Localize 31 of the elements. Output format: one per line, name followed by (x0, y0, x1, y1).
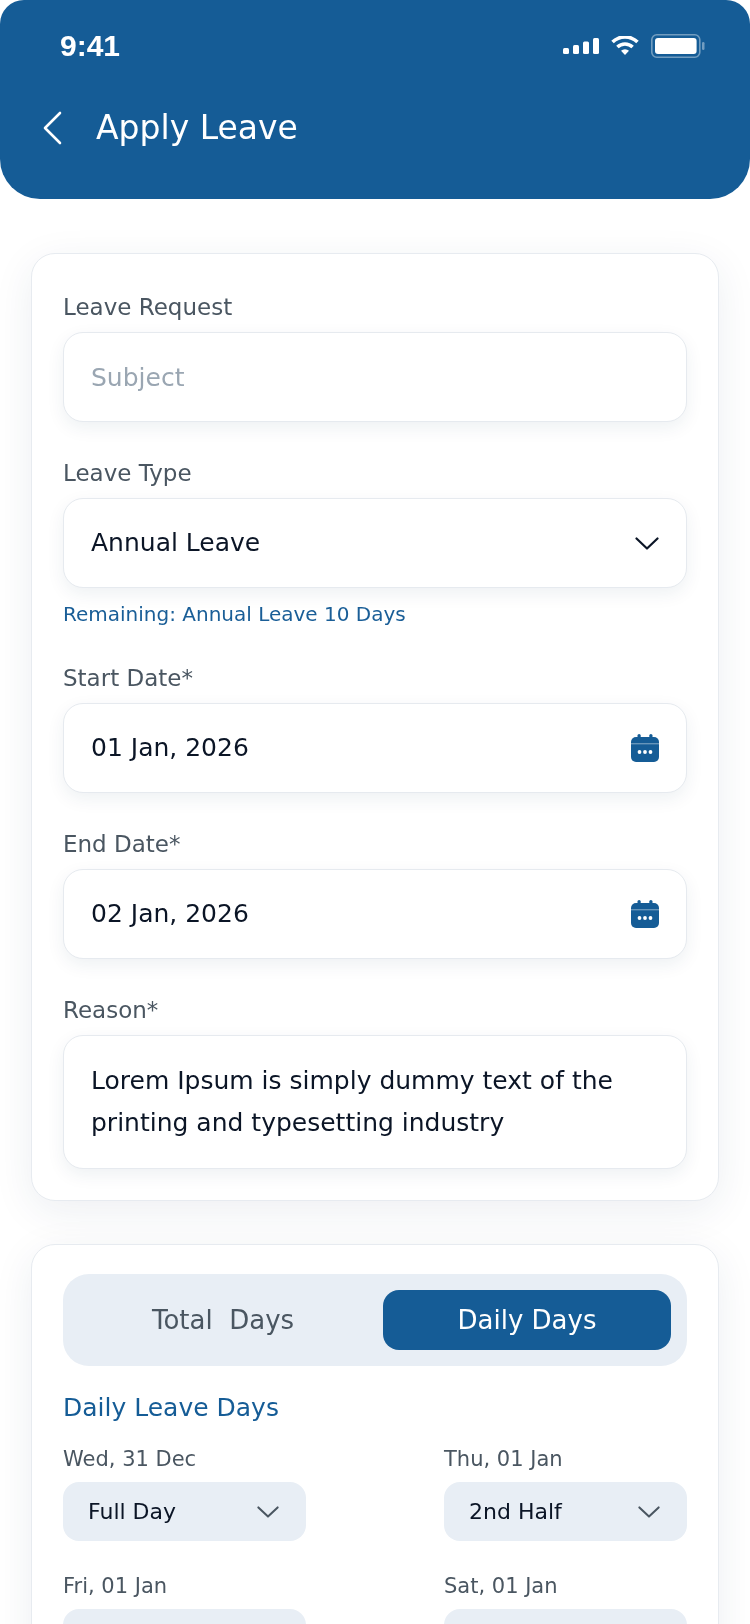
chevron-down-icon (638, 1505, 660, 1518)
day-label: Sat, 01 Jan (444, 1573, 559, 1600)
chevron-down-icon (257, 1505, 279, 1518)
field-label: End Date* (63, 830, 182, 859)
back-icon[interactable] (42, 111, 62, 145)
field-label: Start Date* (63, 664, 194, 693)
day-type-dropdown[interactable]: 2nd Half (444, 1482, 687, 1541)
wifi-icon (611, 36, 639, 56)
battery-icon (651, 34, 705, 58)
subject-input[interactable]: Subject (63, 332, 687, 422)
page-title: Apply Leave (96, 107, 298, 149)
field-label: Leave Type (63, 459, 193, 488)
status-time: 9:41 (60, 28, 121, 64)
days-tab[interactable]: Daily Days (383, 1290, 671, 1350)
section-title: Daily Leave Days (63, 1392, 280, 1424)
remaining-hint: Remaining: Annual Leave 10 Days (63, 601, 407, 627)
chevron-down-icon (635, 536, 659, 550)
date-field[interactable]: 01 Jan, 2026 (63, 703, 687, 793)
date-field[interactable]: 02 Jan, 2026 (63, 869, 687, 959)
field-label: Reason* (63, 996, 160, 1025)
calendar-icon (631, 734, 659, 762)
day-label: Thu, 01 Jan (444, 1446, 564, 1473)
day-label: Fri, 01 Jan (63, 1573, 169, 1600)
day-type-dropdown[interactable]: Full Day (63, 1482, 306, 1541)
days-tab[interactable]: Total Days (79, 1290, 367, 1350)
calendar-icon (631, 900, 659, 928)
field-label: Leave Request (63, 293, 234, 322)
leave-type-dropdown[interactable]: Annual Leave (63, 498, 687, 588)
signal-icon (563, 38, 599, 54)
day-label: Wed, 31 Dec (63, 1446, 198, 1473)
reason-text-area[interactable]: Lorem Ipsum is simply dummy text of the printing and typesetting industry (63, 1035, 687, 1169)
